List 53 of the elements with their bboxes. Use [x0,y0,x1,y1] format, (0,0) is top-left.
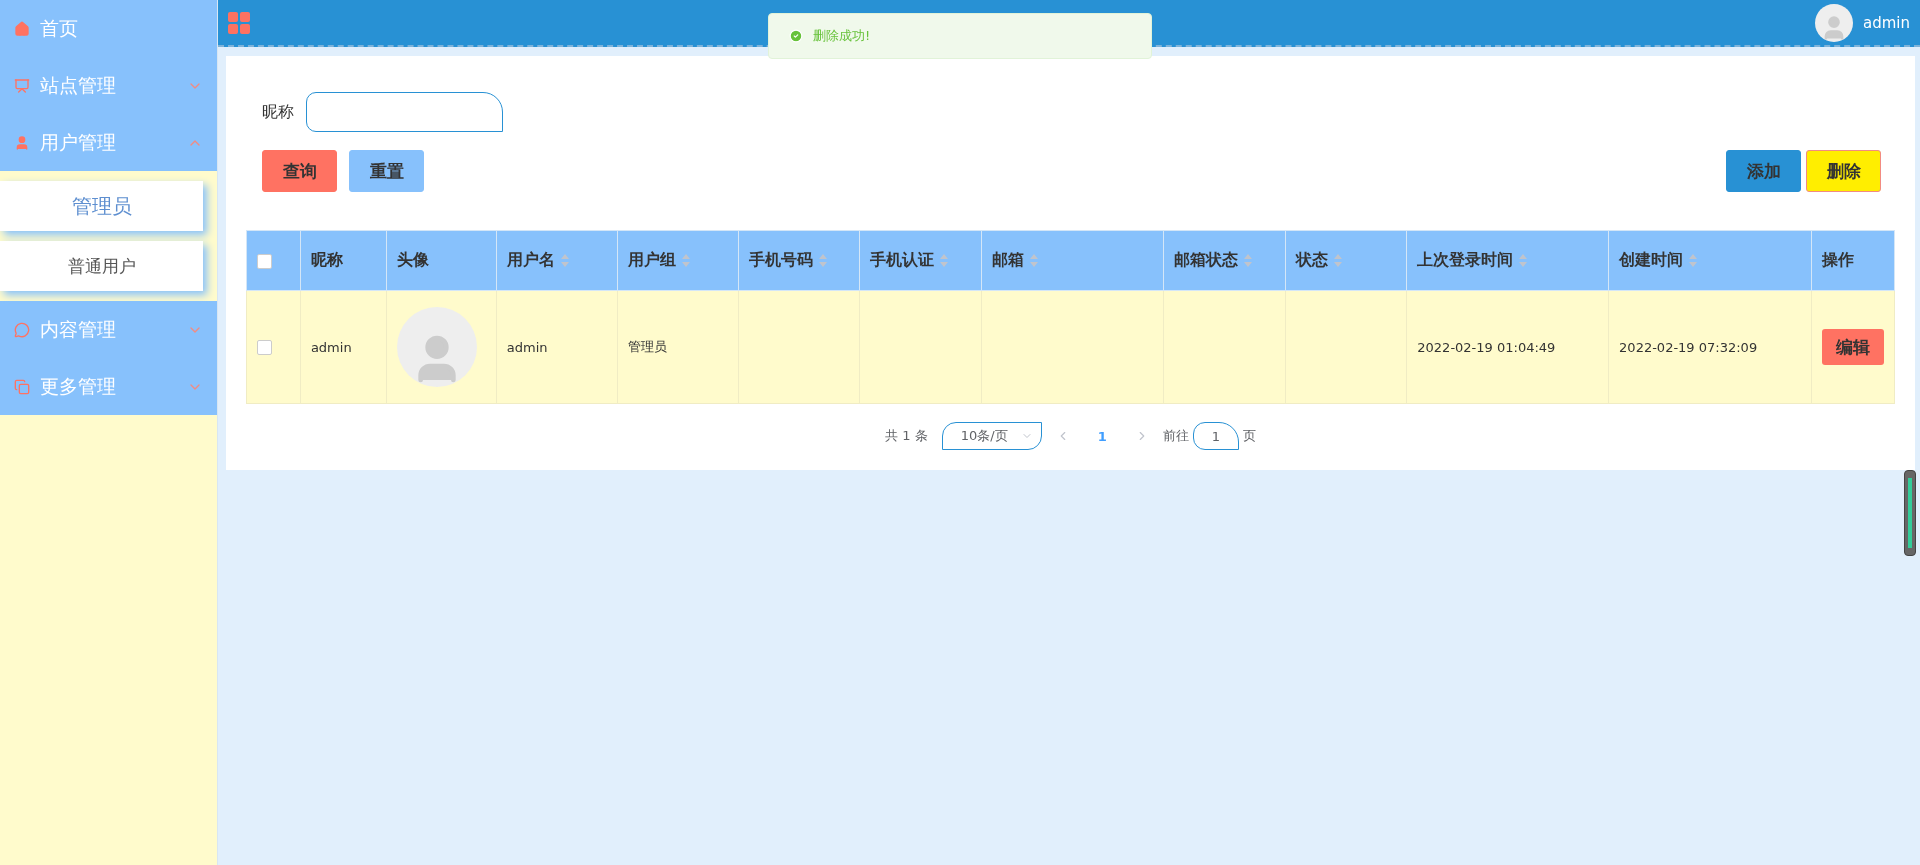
menu-label: 更多管理 [40,373,117,399]
sort-icon[interactable] [1243,254,1252,267]
submenu-item[interactable]: 普通用户 [0,241,203,291]
column-header: 昵称 [300,230,387,291]
column-header: 头像 [386,230,497,291]
column-header[interactable]: 邮箱状态 [1163,230,1286,291]
grid-menu-icon[interactable] [228,11,250,34]
edit-button[interactable]: 编辑 [1821,329,1884,365]
column-header[interactable]: 创建时间 [1608,230,1812,291]
user-avatar[interactable] [1815,3,1853,42]
column-header[interactable]: 用户组 [617,230,739,291]
menu-label: 站点管理 [40,72,117,98]
sort-icon[interactable] [681,254,690,267]
page-size-select[interactable]: 10条/页 [941,422,1042,450]
action-button[interactable]: 重置 [349,150,424,192]
sort-icon[interactable] [560,254,569,267]
sort-icon[interactable] [1030,254,1039,267]
column-header[interactable]: 手机号码 [738,230,860,291]
column-header: 操作 [1811,230,1895,291]
menu-label: 内容管理 [40,316,117,342]
select-all-checkbox[interactable] [257,254,272,269]
sort-icon[interactable] [1519,254,1528,267]
table-cell: admin [300,290,387,404]
table-cell: 2022-02-19 07:32:09 [1608,290,1812,404]
total-count: 共 1 条 [885,427,928,445]
scroll-widget-icon[interactable] [1904,470,1916,556]
sort-icon[interactable] [1333,254,1342,267]
sort-icon[interactable] [940,254,949,267]
menu-label: 用户管理 [40,129,117,155]
table-cell: admin [496,290,618,404]
user-name[interactable]: admin [1863,13,1910,32]
column-header[interactable]: 用户名 [496,230,618,291]
action-button[interactable]: 删除 [1806,150,1881,192]
row-checkbox[interactable] [257,340,272,355]
page-suffix: 页 [1242,427,1256,445]
menu-label: 首页 [40,15,79,41]
check-circle-icon [789,29,803,43]
column-header[interactable]: 状态 [1285,230,1407,291]
column-header[interactable]: 邮箱 [981,230,1164,291]
goto-page-input[interactable]: 1 [1192,422,1239,450]
column-header[interactable]: 手机认证 [859,230,982,291]
action-button[interactable]: 添加 [1726,150,1801,192]
field-label: 昵称 [262,101,294,123]
table-cell: 管理员 [617,290,739,404]
sort-icon[interactable] [1689,254,1698,267]
column-header[interactable]: 上次登录时间 [1406,230,1609,291]
sort-icon[interactable] [819,254,828,267]
action-button[interactable]: 查询 [262,150,337,192]
toast-message: 删除成功! [813,27,871,45]
goto-label: 前往 [1162,427,1189,445]
submenu-item[interactable]: 管理员 [0,181,203,231]
table-cell: 2022-02-19 01:04:49 [1406,290,1609,404]
nickname-input[interactable] [306,92,503,132]
